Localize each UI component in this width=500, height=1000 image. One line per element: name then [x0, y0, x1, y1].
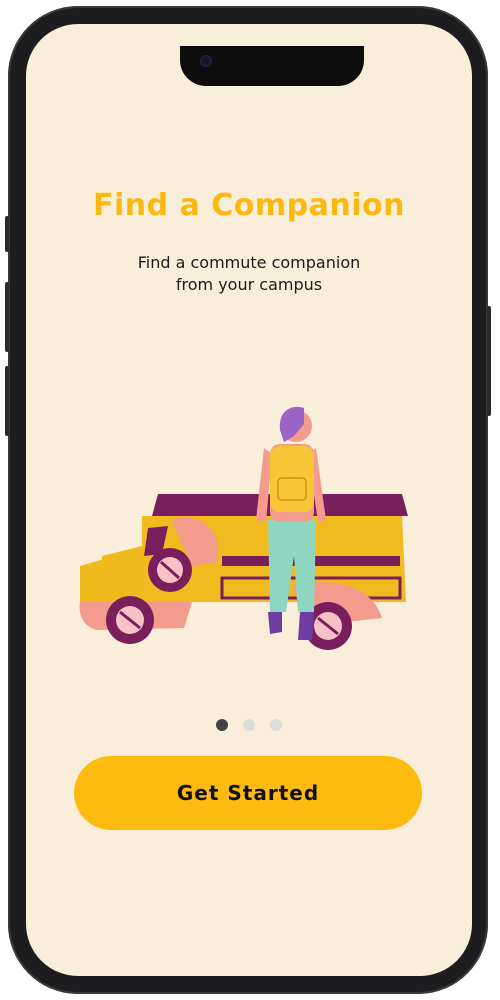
mute-switch: [5, 216, 9, 252]
front-wheel: [106, 596, 154, 644]
page-dot-3[interactable]: [270, 719, 283, 731]
mid-wheel: [148, 548, 192, 592]
get-started-button[interactable]: Get Started: [74, 756, 422, 830]
page-indicator: [26, 716, 472, 735]
onboarding-screen: Find a Companion Find a commute companio…: [26, 24, 472, 976]
subtitle-line-2: from your campus: [175, 275, 323, 294]
volume-down-button: [5, 366, 9, 436]
page-subtitle: Find a commute companion from your campu…: [86, 252, 412, 296]
notch: [180, 46, 364, 86]
subtitle-line-1: Find a commute companion: [137, 253, 361, 272]
page-dot-2[interactable]: [243, 719, 255, 731]
jeepney-companion-illustration: [79, 406, 408, 650]
volume-up-button: [5, 282, 9, 352]
power-button: [487, 306, 491, 416]
page-title: Find a Companion: [93, 188, 405, 223]
page-dot-1[interactable]: [215, 719, 228, 731]
front-camera-icon: [200, 55, 212, 67]
